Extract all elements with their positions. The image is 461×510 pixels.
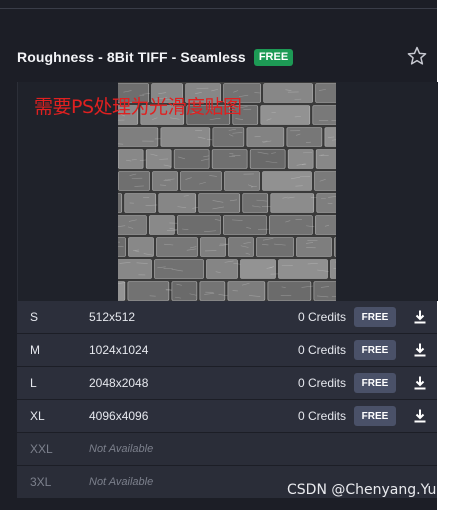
- free-button[interactable]: FREE: [354, 373, 396, 393]
- size-label: L: [30, 376, 37, 390]
- resolution-label: 2048x2048: [89, 376, 149, 390]
- size-label: XXL: [30, 442, 53, 456]
- credits-label: 0 Credits: [297, 343, 346, 357]
- table-row: XL 4096x4096 0 Credits FREE: [17, 400, 437, 433]
- resolution-label: 4096x4096: [89, 409, 149, 423]
- download-icon[interactable]: [412, 375, 428, 391]
- annotation-text: 需要PS处理为光滑度贴图: [34, 96, 242, 118]
- not-available-label: Not Available: [89, 443, 154, 455]
- table-row: L 2048x2048 0 Credits FREE: [17, 367, 437, 400]
- free-badge: FREE: [253, 48, 294, 66]
- download-icon[interactable]: [412, 309, 428, 325]
- free-button[interactable]: FREE: [354, 340, 396, 360]
- credits-label: 0 Credits: [297, 409, 346, 423]
- table-row: S 512x512 0 Credits FREE: [17, 301, 437, 334]
- free-button[interactable]: FREE: [354, 406, 396, 426]
- not-available-label: Not Available: [89, 476, 154, 488]
- size-label: XL: [30, 409, 45, 423]
- top-divider: [0, 8, 437, 9]
- free-button[interactable]: FREE: [354, 307, 396, 327]
- size-label: 3XL: [30, 475, 52, 489]
- star-icon[interactable]: [406, 45, 428, 67]
- download-icon[interactable]: [412, 342, 428, 358]
- table-row: XXL Not Available: [17, 433, 437, 466]
- credits-label: 0 Credits: [297, 310, 346, 324]
- right-edge: [437, 0, 461, 510]
- table-row: M 1024x1024 0 Credits FREE: [17, 334, 437, 367]
- size-label: S: [30, 310, 39, 324]
- resolution-label: 1024x1024: [89, 343, 149, 357]
- size-label: M: [30, 343, 40, 357]
- watermark: CSDN @Chenyang.Yu: [287, 482, 437, 498]
- texture-header: Roughness - 8Bit TIFF - Seamless FREE: [17, 44, 431, 70]
- resolution-label: 512x512: [89, 310, 136, 324]
- credits-label: 0 Credits: [297, 376, 346, 390]
- texture-title: Roughness - 8Bit TIFF - Seamless: [17, 49, 246, 65]
- download-icon[interactable]: [412, 408, 428, 424]
- resolution-table: S 512x512 0 Credits FREE M 1024x1024 0 C…: [17, 301, 437, 499]
